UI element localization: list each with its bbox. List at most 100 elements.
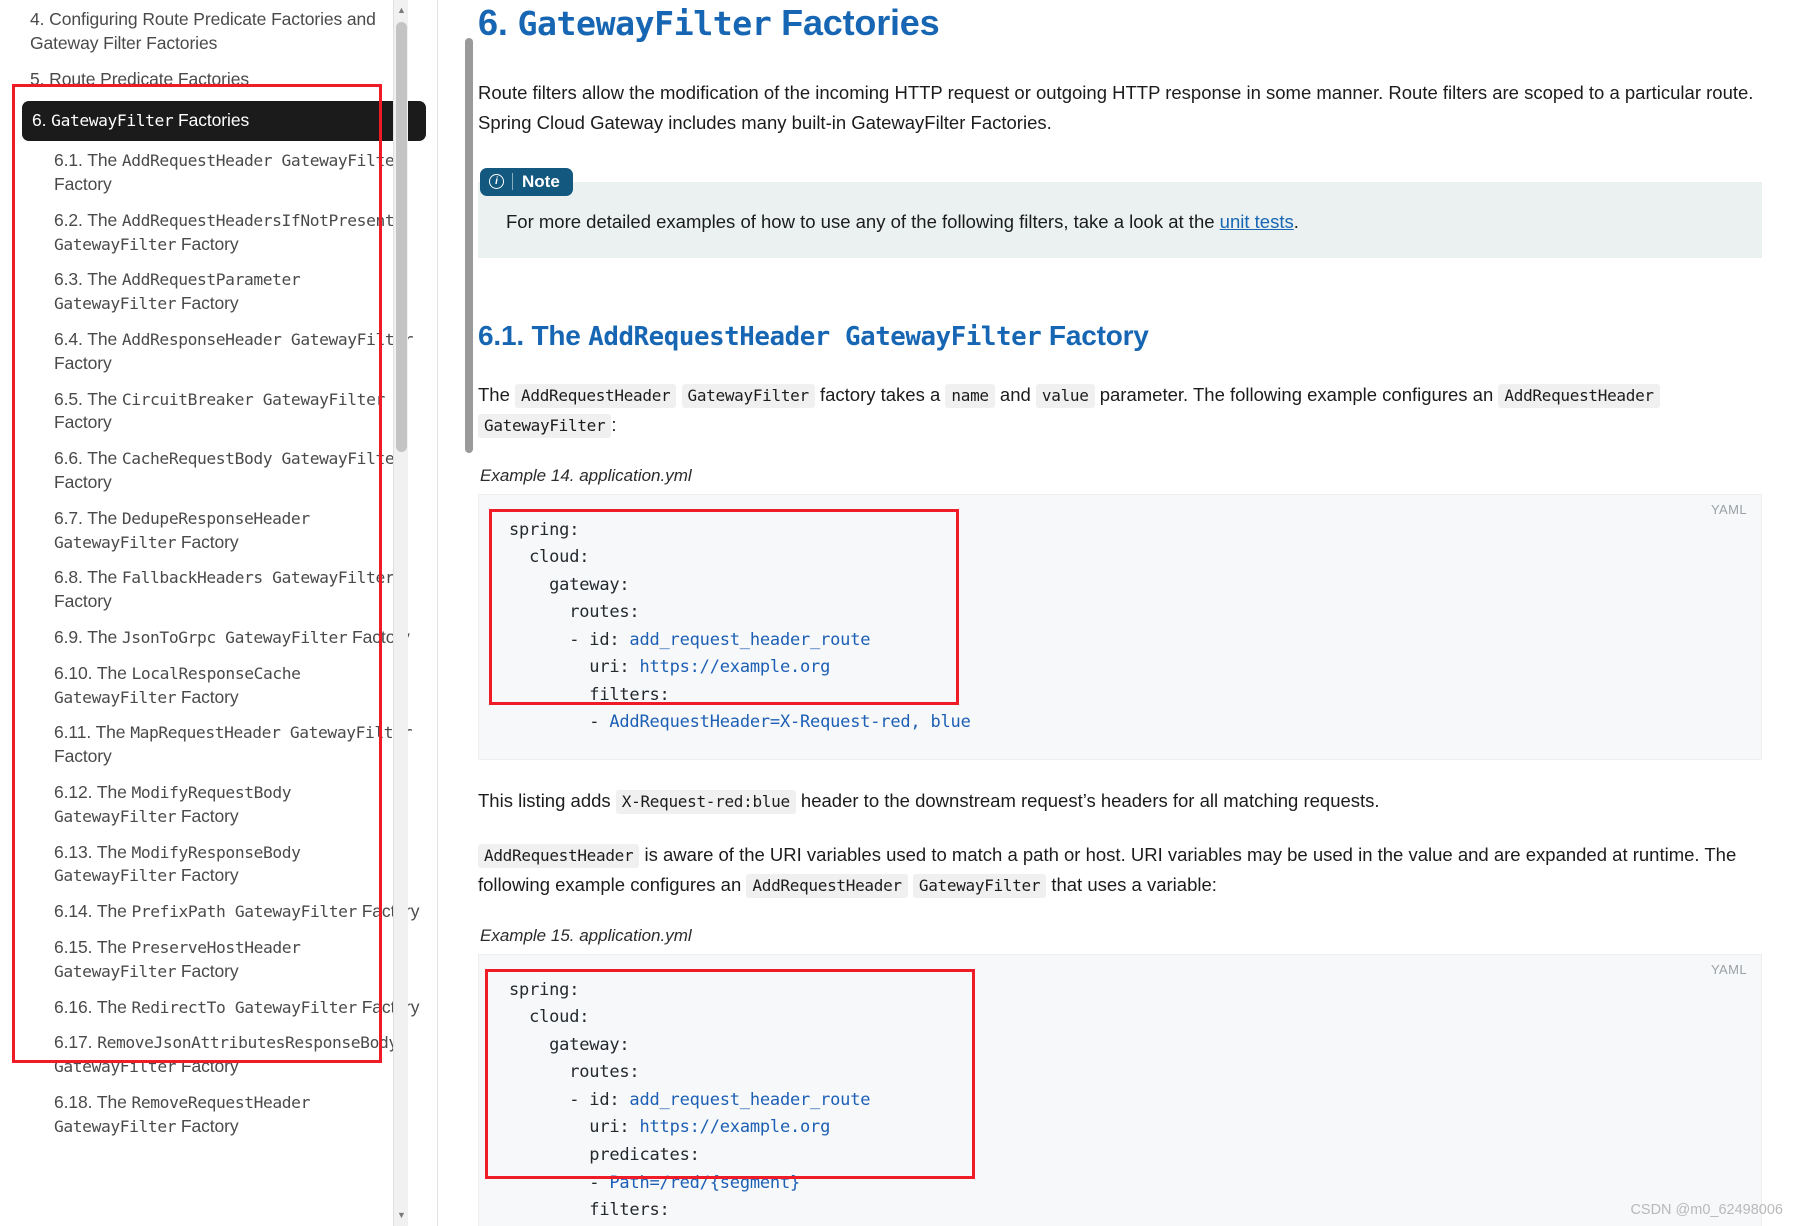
code-chip-name: name — [945, 383, 995, 408]
code-chip-addrequestheader: AddRequestHeader — [515, 383, 677, 408]
toc-item-code: AddRequestHeader GatewayFilter — [121, 151, 404, 171]
sidebar-item-toc-6-1[interactable]: 6.1. The AddRequestHeader GatewayFilter … — [22, 143, 426, 203]
sidebar-item-toc-6-15[interactable]: 6.15. The PreserveHostHeader GatewayFilt… — [22, 930, 426, 990]
content-scrollbar-thumb[interactable] — [465, 38, 473, 453]
sidebar-item-toc-6-18[interactable]: 6.18. The RemoveRequestHeader GatewayFil… — [22, 1085, 426, 1145]
code-content-example-15[interactable]: spring: cloud: gateway: routes: - id: ad… — [509, 977, 1741, 1226]
toc-item-label: Factory — [176, 1115, 239, 1136]
toc-item-label: Factory — [176, 686, 239, 707]
page-title-code: GatewayFilter — [517, 4, 772, 43]
toc-item-label: 6.10. The — [54, 662, 132, 683]
sidebar-item-toc-6-7[interactable]: 6.7. The DedupeResponseHeader GatewayFil… — [22, 501, 426, 561]
intro-paragraph: Route filters allow the modification of … — [478, 82, 1754, 133]
sidebar-item-toc-6[interactable]: 6. GatewayFilter Factories — [22, 101, 426, 142]
sidebar-item-toc-6-3[interactable]: 6.3. The AddRequestParameter GatewayFilt… — [22, 262, 426, 322]
toc-item-label: 6.7. The — [54, 507, 122, 528]
toc-item-label: Factory — [54, 173, 112, 194]
toc-item-label: 6.6. The — [54, 448, 122, 469]
toc-item-label: 6.9. The — [54, 626, 122, 647]
sidebar-item-toc-6-4[interactable]: 6.4. The AddResponseHeader GatewayFilter… — [22, 322, 426, 382]
sidebar-item-toc-6-8[interactable]: 6.8. The FallbackHeaders GatewayFilter F… — [22, 560, 426, 620]
toc-item-label: 6.18. The — [54, 1091, 132, 1112]
sidebar-item-toc-6-17[interactable]: 6.17. RemoveJsonAttributesResponseBody G… — [22, 1025, 426, 1085]
scroll-down-arrow-icon[interactable]: ▼ — [394, 1207, 409, 1224]
toc-item-label: 6.17. — [54, 1032, 98, 1053]
toc-item-label: 6.5. The — [54, 388, 122, 409]
unit-tests-link[interactable]: unit tests — [1220, 211, 1294, 232]
code-chip-value: value — [1035, 383, 1095, 408]
toc-item-label: Factory — [54, 746, 112, 767]
code-listing-example-14: YAML spring: cloud: gateway: routes: - i… — [478, 493, 1762, 760]
language-tag-yaml-1: YAML — [1710, 501, 1747, 517]
toc-item-label: Factory — [176, 865, 239, 886]
code-listing-example-15: YAML spring: cloud: gateway: routes: - i… — [478, 953, 1762, 1226]
code-value: https://example.org — [639, 657, 831, 678]
code-value: https://example.org — [639, 1117, 831, 1138]
code-value: Path=/red/{segment} — [609, 1172, 801, 1193]
section-title-suffix: Factory — [1041, 319, 1149, 351]
sidebar-item-toc-6-2[interactable]: 6.2. The AddRequestHeadersIfNotPresent G… — [22, 203, 426, 263]
note-text-before: For more detailed examples of how to use… — [506, 210, 1220, 232]
code-content-example-14[interactable]: spring: cloud: gateway: routes: - id: ad… — [509, 517, 1741, 737]
column-divider — [437, 0, 438, 1226]
para1-text-2: factory takes a — [814, 383, 946, 405]
sidebar-item-toc-6-9[interactable]: 6.9. The JsonToGrpc GatewayFilter Factor… — [22, 620, 426, 656]
note-admonition: i Note For more detailed examples of how… — [478, 167, 1762, 258]
code-chip-gatewayfilter: GatewayFilter — [681, 383, 815, 408]
section-title-code: AddRequestHeader GatewayFilter — [588, 321, 1042, 352]
page-title-suffix: Factories — [771, 2, 940, 43]
code-value: AddRequestHeader=X-Request-red, blue — [609, 712, 971, 733]
toc-item-label: Factory — [54, 352, 112, 373]
toc-item-label: 6.16. The — [54, 996, 132, 1017]
toc-item-label: Factory — [54, 471, 112, 492]
section-6-1-paragraph-3: AddRequestHeader is aware of the URI var… — [478, 840, 1762, 900]
toc-item-label: 6.14. The — [54, 901, 132, 922]
toc-item-label: Factory — [356, 996, 420, 1017]
sidebar-item-toc-6-5[interactable]: 6.5. The CircuitBreaker GatewayFilter Fa… — [22, 382, 426, 442]
para2-text-1: This listing adds — [478, 789, 616, 811]
language-tag-yaml-2: YAML — [1710, 961, 1747, 977]
sidebar-item-toc-6-11[interactable]: 6.11. The MapRequestHeader GatewayFilter… — [22, 715, 426, 775]
para1-space-1 — [676, 384, 681, 405]
sidebar-item-toc-6-14[interactable]: 6.14. The PrefixPath GatewayFilter Facto… — [22, 894, 426, 930]
toc-item-code: GatewayFilter — [51, 111, 174, 131]
para1-text-5: : — [611, 413, 617, 435]
sidebar-item-toc-6-16[interactable]: 6.16. The RedirectTo GatewayFilter Facto… — [22, 990, 426, 1026]
toc-item-label: Factory — [54, 591, 112, 612]
watermark: CSDN @m0_62498006 — [1630, 1202, 1783, 1218]
page-title-prefix: 6. — [478, 2, 518, 43]
sidebar-item-toc-6-12[interactable]: 6.12. The ModifyRequestBody GatewayFilte… — [22, 775, 426, 835]
code-chip-x-request-red: X-Request-red:blue — [615, 789, 796, 814]
toc-item-label: 6.12. The — [54, 781, 132, 802]
toc-item-label: 4. Configuring Route Predicate Factories… — [30, 9, 376, 53]
code-value: add_request_header_route — [629, 629, 871, 650]
section-6-1-paragraph-1: The AddRequestHeader GatewayFilter facto… — [478, 380, 1762, 440]
toc-item-label: 6.4. The — [54, 328, 122, 349]
note-badge: i Note — [480, 167, 573, 196]
content-scrollbar[interactable] — [462, 0, 478, 1226]
info-icon: i — [489, 174, 504, 190]
sidebar-item-toc-4[interactable]: 4. Configuring Route Predicate Factories… — [22, 2, 426, 62]
toc-list[interactable]: 4. Configuring Route Predicate Factories… — [0, 0, 440, 1144]
toc-item-label: Factories — [173, 110, 250, 131]
toc-item-code: CacheRequestBody GatewayFilter — [121, 449, 404, 469]
toc-item-label: 5. Route Predicate Factories — [30, 68, 249, 89]
toc-item-label: 6.13. The — [54, 841, 132, 862]
sidebar-scrollbar[interactable]: ▲ ▼ — [393, 0, 408, 1226]
toc-item-code: AddResponseHeader GatewayFilter — [121, 329, 414, 349]
toc-item-label: 6.8. The — [54, 567, 122, 588]
sidebar-item-toc-6-10[interactable]: 6.10. The LocalResponseCache GatewayFilt… — [22, 656, 426, 716]
toc-item-code: FallbackHeaders GatewayFilter — [121, 568, 395, 588]
toc-item-label: Factory — [176, 531, 239, 552]
sidebar-item-toc-5[interactable]: 5. Route Predicate Factories — [22, 62, 426, 98]
sidebar-item-toc-6-13[interactable]: 6.13. The ModifyResponseBody GatewayFilt… — [22, 835, 426, 895]
article-body: 6. GatewayFilter Factories Route filters… — [478, 0, 1797, 1226]
sidebar-item-toc-6-6[interactable]: 6.6. The CacheRequestBody GatewayFilter … — [22, 441, 426, 501]
example-15-caption: Example 15. application.yml — [480, 925, 692, 945]
scroll-up-arrow-icon[interactable]: ▲ — [394, 2, 409, 19]
note-text: For more detailed examples of how to use… — [478, 181, 1762, 258]
toc-sidebar[interactable]: 4. Configuring Route Predicate Factories… — [0, 0, 462, 1226]
sidebar-scrollbar-thumb[interactable] — [396, 22, 407, 452]
toc-item-code: RedirectTo GatewayFilter — [131, 997, 358, 1017]
page-title: 6. GatewayFilter Factories — [478, 2, 1762, 44]
